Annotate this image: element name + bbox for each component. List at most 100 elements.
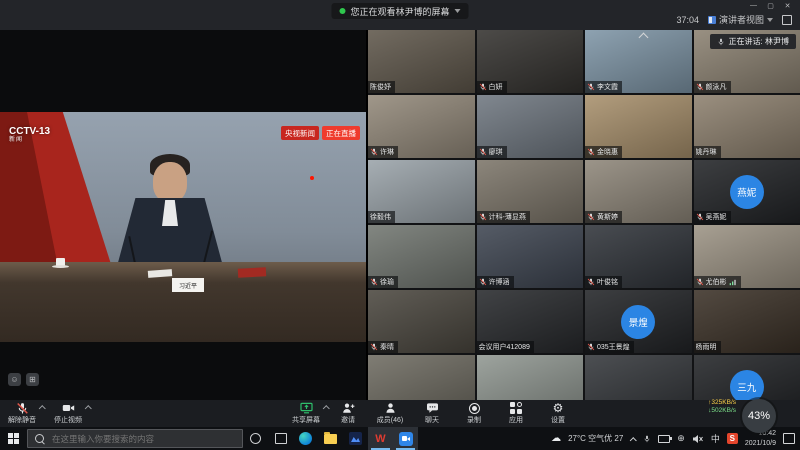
participant-tile[interactable]: 白妍 [477,30,584,93]
name-bar: 金晓惠 [585,146,622,158]
search-input[interactable] [50,433,235,445]
participant-name: 李文霞 [597,82,618,92]
participant-tile[interactable]: 景煌 035王景煌 [585,290,692,353]
participant-tile[interactable]: 许琳 [368,95,475,158]
name-bar: 姚丹琳 [694,146,721,158]
action-center-icon[interactable] [783,433,795,444]
participant-tile[interactable]: 会议用户412089 [477,290,584,353]
maximize-button[interactable]: ▢ [762,0,779,11]
cctv13-logo-sub: 新闻 [9,137,50,144]
volume-muted-icon[interactable] [692,434,704,444]
video-options-chevron-icon[interactable] [86,405,91,410]
participant-name: 尤伯彬 [706,277,727,287]
participant-name: 金晓惠 [597,147,618,157]
participant-tile[interactable]: 陈日霞 [477,355,584,400]
banner-dropdown-icon[interactable] [455,9,461,13]
muted-mic-icon [587,343,595,351]
wps-button[interactable]: W [368,427,393,450]
participant-tile[interactable]: 计科-薄显燕 [477,160,584,223]
desk-nameplate: 习近平 [172,278,204,292]
watching-screen-banner[interactable]: 您正在观看林尹博的屏幕 [331,3,468,19]
settings-label: 设置 [551,415,565,425]
hidden-icons-chevron-icon[interactable] [630,436,636,442]
participant-grid: 正在讲话: 林尹博 陈俊妤 白妍 李文霞 颜泳凡 许琳 廖琪 金晓惠 [368,30,800,400]
participant-tile[interactable]: 金晓惠 [585,95,692,158]
participant-tile[interactable]: 尤伯彬 [694,225,800,288]
participant-tile[interactable]: 许博涵 [477,225,584,288]
ime-indicator[interactable]: 中 [711,432,720,445]
apps-button[interactable]: 应用 [502,400,530,427]
participant-tile[interactable]: 叶俊铭 [585,225,692,288]
windows-logo-icon [8,433,19,444]
speaker-view-icon [708,16,716,24]
name-bar: 陈俊妤 [368,81,395,93]
start-button[interactable] [0,427,26,450]
participant-tile[interactable]: 燕妮 吴燕妮 [694,160,800,223]
unmute-button[interactable]: 解除静音 [8,400,36,427]
taskbar-search[interactable] [27,429,243,448]
weather-text[interactable]: 27°C 空气优 27 [568,433,623,444]
netdisk-app-button[interactable] [343,427,368,450]
stop-video-button[interactable]: 停止视频 [54,400,82,427]
view-mode-button[interactable]: 演讲者视图 [708,13,773,26]
name-bar: 黄斯婷 [585,211,622,223]
participant-tile[interactable]: 徐瑜 [368,225,475,288]
cctv13-logo-text: CCTV-13 [9,126,50,137]
name-bar: 廖琪 [477,146,507,158]
speaking-now-banner: 正在讲话: 林尹博 [710,34,796,49]
sharing-active-dot-icon [339,8,345,14]
chat-button[interactable]: 聊天 [418,400,446,427]
close-button[interactable]: ✕ [779,0,796,11]
name-bar: 颜泳凡 [694,81,731,93]
participant-tile[interactable]: 徐毅伟 [368,160,475,223]
participant-tile[interactable]: 苏琦鹏 [585,355,692,400]
name-bar: 会议用户412089 [477,341,534,353]
chat-label: 聊天 [425,415,439,425]
netdisk-icon [349,432,362,445]
dock-emoji-icon[interactable]: ☺ [8,373,21,386]
record-button[interactable]: 录制 [460,400,488,427]
settings-button[interactable]: ⚙ 设置 [544,400,572,427]
participant-tile[interactable]: 陈俊妤 [368,30,475,93]
memory-accelerator-ball[interactable]: 43% [742,399,776,433]
battery-icon[interactable] [658,435,670,443]
task-view-button[interactable] [268,427,293,450]
muted-mic-icon [479,213,487,221]
mic-options-chevron-icon[interactable] [40,405,45,410]
participant-name: 许琳 [380,147,394,157]
cortana-button[interactable] [243,427,268,450]
cctv-news-badge: 央视新闻 [281,126,319,140]
dock-grid-icon[interactable]: ⊞ [26,373,39,386]
tray-mic-icon[interactable] [643,435,651,443]
participant-tile[interactable]: 秦晴 [368,290,475,353]
window-controls: — ▢ ✕ [745,0,796,11]
members-label: 成员(46) [377,415,403,425]
apps-grid-icon [510,402,522,414]
participant-name: 白妍 [489,82,503,92]
participant-tile[interactable]: 黄斯婷 [585,160,692,223]
participant-tile[interactable]: 姚丹琳 [694,95,800,158]
grid-collapse-chevron-icon[interactable] [638,32,650,41]
meeting-app-button[interactable] [393,427,418,450]
name-bar: 许琳 [368,146,398,158]
name-bar: 白妍 [477,81,507,93]
members-button[interactable]: 成员(46) [376,400,404,427]
participant-tile[interactable]: 郭宇彬 [368,355,475,400]
participant-tile[interactable]: 杨雨明 [694,290,800,353]
participant-tile[interactable]: 三九 林三九 [694,355,800,400]
share-options-chevron-icon[interactable] [324,405,329,410]
share-screen-button[interactable]: 共享屏幕 [292,400,320,427]
network-globe-icon[interactable]: ⊕ [677,434,685,443]
sogou-icon[interactable]: S [727,433,738,444]
shared-screen-dock: ☺ ⊞ [8,373,39,386]
fullscreen-icon[interactable] [782,15,792,25]
invite-button[interactable]: 邀请 [334,400,362,427]
meeting-topbar-right: 37:04 演讲者视图 [676,13,792,26]
name-bar: 徐瑜 [368,276,398,288]
participant-tile[interactable]: 廖琪 [477,95,584,158]
red-dot-marker [310,176,314,180]
minimize-button[interactable]: — [745,0,762,11]
file-explorer-button[interactable] [318,427,343,450]
muted-mic-icon [696,278,704,286]
edge-button[interactable] [293,427,318,450]
